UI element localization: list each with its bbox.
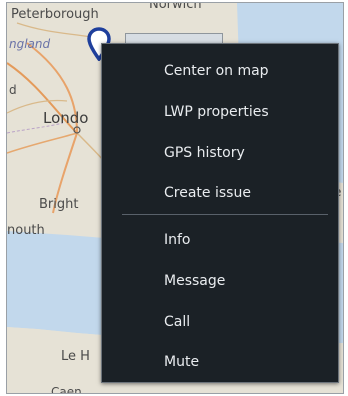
map-label-mouth: nouth: [7, 223, 45, 238]
menu-item-lwp-properties[interactable]: LWP properties: [102, 93, 338, 131]
menu-separator: [122, 214, 328, 215]
menu-item-gps-history[interactable]: GPS history: [102, 134, 338, 172]
map-label-london: Londo: [43, 109, 89, 127]
map-label-peterborough: Peterborough: [11, 7, 99, 22]
map-label-england: ngland: [9, 37, 51, 51]
context-menu: Center on map LWP properties GPS history…: [101, 43, 339, 383]
map-label-d: d: [9, 83, 17, 97]
map-label-caen: Caen: [51, 385, 82, 394]
menu-item-center-on-map[interactable]: Center on map: [102, 52, 338, 90]
menu-item-message[interactable]: Message: [102, 262, 338, 300]
map-label-norwich: Norwich: [149, 2, 202, 12]
menu-item-info[interactable]: Info: [102, 221, 338, 259]
map-label-brighton: Bright: [39, 197, 79, 212]
menu-item-mute[interactable]: Mute: [102, 343, 338, 381]
menu-item-create-issue[interactable]: Create issue: [102, 174, 338, 212]
map-label-le-havre: Le H: [61, 349, 90, 364]
menu-item-call[interactable]: Call: [102, 303, 338, 341]
map-view-frame: Peterborough Norwich ngland d Londo Brig…: [6, 2, 344, 394]
